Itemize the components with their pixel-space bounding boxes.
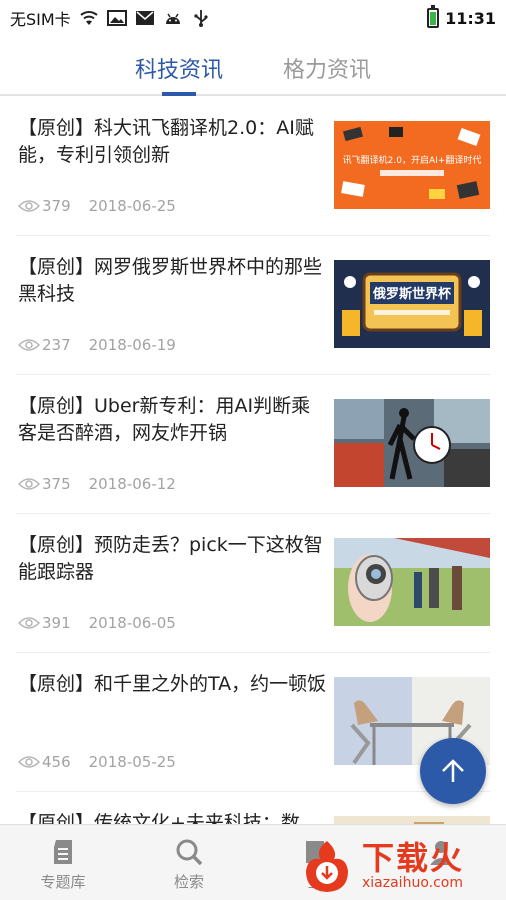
image-icon xyxy=(106,10,127,26)
article-thumbnail xyxy=(334,538,490,626)
eye-icon xyxy=(18,339,40,351)
view-count: 375 xyxy=(18,475,71,493)
battery-charging-icon xyxy=(427,5,440,28)
article-meta: 237 2018-06-19 xyxy=(18,336,176,354)
article-meta: 456 2018-05-25 xyxy=(18,753,176,771)
article-title: 【原创】Uber新专利：用AI判断乘客是否醉酒，网友炸开锅 xyxy=(18,395,311,444)
article-date: 2018-06-12 xyxy=(88,475,176,493)
article-meta: 375 2018-06-12 xyxy=(18,475,176,493)
article-item[interactable]: 【原创】Uber新专利：用AI判断乘客是否醉酒，网友炸开锅 375 2018-0… xyxy=(16,375,490,514)
article-date: 2018-06-05 xyxy=(88,614,176,632)
tab-bar: 科技资讯 格力资讯 xyxy=(0,36,506,96)
mail-icon xyxy=(135,11,154,25)
view-count: 379 xyxy=(18,197,71,215)
article-date: 2018-06-25 xyxy=(88,197,176,215)
article-date: 2018-06-19 xyxy=(88,336,176,354)
view-count: 237 xyxy=(18,336,71,354)
article-title: 【原创】科大讯飞翻译机2.0：AI赋能，专利引领创新 xyxy=(18,117,314,166)
arrow-up-icon xyxy=(442,759,464,782)
view-count: 456 xyxy=(18,753,71,771)
status-bar: 无SIM卡 11:31 xyxy=(0,0,506,36)
article-thumbnail: 讯飞翻译机2.0，开启AI+翻译时代 xyxy=(334,121,490,209)
nav-search[interactable]: 检索 xyxy=(126,825,252,900)
article-item[interactable]: 【原创】网罗俄罗斯世界杯中的那些黑科技 237 2018-06-19 俄罗斯世界… xyxy=(16,236,490,375)
eye-icon xyxy=(18,617,40,629)
article-title: 【原创】和千里之外的TA，约一顿饭 xyxy=(18,673,327,695)
document-icon xyxy=(54,840,72,864)
article-item[interactable]: 【原创】和千里之外的TA，约一顿饭 456 2018-05-25 xyxy=(16,653,490,792)
watermark: 下载火 xiazaihuo.com xyxy=(298,835,506,897)
view-count: 391 xyxy=(18,614,71,632)
tab-tech-news[interactable]: 科技资讯 xyxy=(135,36,223,94)
scroll-top-button[interactable] xyxy=(420,738,486,804)
article-item[interactable]: 【原创】传统文化+未来科技：数 xyxy=(16,792,490,824)
article-meta: 379 2018-06-25 xyxy=(18,197,176,215)
flame-logo-icon xyxy=(306,841,348,892)
article-title: 【原创】网罗俄罗斯世界杯中的那些黑科技 xyxy=(18,256,323,305)
tab-gree-news[interactable]: 格力资讯 xyxy=(283,36,371,94)
article-title: 【原创】预防走丢？pick一下这枚智能跟踪器 xyxy=(18,534,323,583)
search-icon xyxy=(176,839,203,866)
eye-icon xyxy=(18,200,40,212)
watermark-url: xiazaihuo.com xyxy=(362,875,463,891)
clock: 11:31 xyxy=(445,8,496,28)
article-date: 2018-05-25 xyxy=(88,753,176,771)
article-thumbnail xyxy=(334,399,490,487)
wifi-icon xyxy=(80,11,98,25)
thumb-caption: 俄罗斯世界杯 xyxy=(372,286,452,302)
eye-icon xyxy=(18,756,40,768)
watermark-title: 下载火 xyxy=(362,839,465,877)
article-meta: 391 2018-06-05 xyxy=(18,614,176,632)
article-item[interactable]: 【原创】科大讯飞翻译机2.0：AI赋能，专利引领创新 379 2018-06-2… xyxy=(16,97,490,236)
article-thumbnail: 俄罗斯世界杯 xyxy=(334,260,490,348)
android-icon xyxy=(165,13,180,24)
eye-icon xyxy=(18,478,40,490)
article-item[interactable]: 【原创】预防走丢？pick一下这枚智能跟踪器 391 2018-06-05 xyxy=(16,514,490,653)
article-title: 【原创】传统文化+未来科技：数 xyxy=(18,812,300,824)
nav-topics[interactable]: 专题库 xyxy=(0,825,126,900)
usb-icon xyxy=(194,10,208,27)
carrier-label: 无SIM卡 xyxy=(10,10,71,29)
article-thumbnail xyxy=(334,816,490,824)
article-list[interactable]: 【原创】科大讯飞翻译机2.0：AI赋能，专利引领创新 379 2018-06-2… xyxy=(0,97,506,824)
thumb-caption: 讯飞翻译机2.0，开启AI+翻译时代 xyxy=(343,154,482,166)
